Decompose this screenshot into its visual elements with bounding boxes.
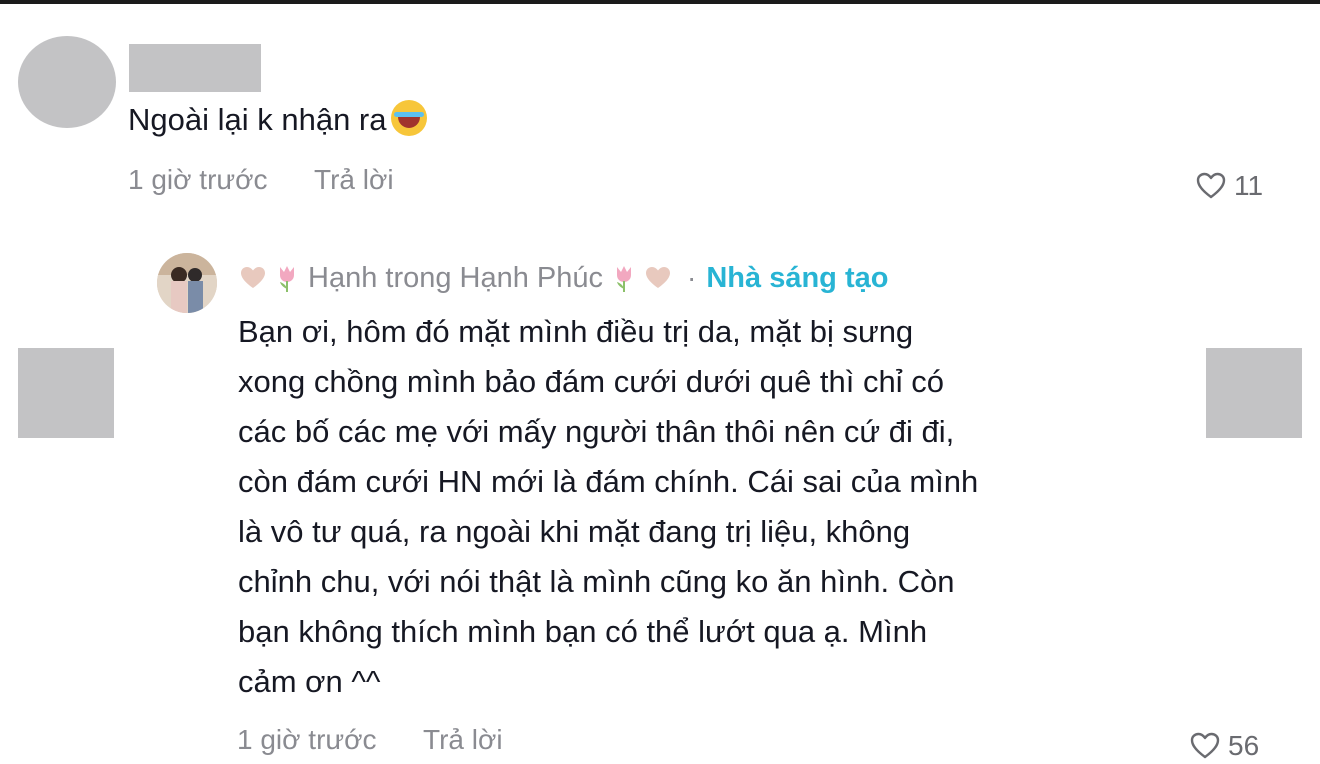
commenter-name-redacted[interactable] xyxy=(129,44,261,92)
creator-avatar-image xyxy=(157,253,217,313)
laughing-tears-emoji-icon xyxy=(390,100,427,136)
reply-reply-button[interactable]: Trả lời xyxy=(423,722,503,758)
commenter-avatar-redacted[interactable] xyxy=(18,36,116,128)
reply-text-line: chỉnh chu, với nói thật là mình cũng ko … xyxy=(238,564,955,599)
reply-text-line: còn đám cưới HN mới là đám chính. Cái sa… xyxy=(238,464,979,499)
reply-text-line: là vô tư quá, ra ngoài khi mặt đang trị … xyxy=(238,514,911,549)
reply-text-line: Bạn ơi, hôm đó mặt mình điều trị da, mặt… xyxy=(238,314,914,349)
comment-like-button[interactable]: 11 xyxy=(1196,168,1263,204)
top-border xyxy=(0,0,1320,4)
creator-name-row: Hạnh trong Hạnh Phúc · Nhà sáng tạo xyxy=(240,258,888,298)
comment-text-row: Ngoài lại k nhận ra xyxy=(128,98,427,142)
name-separator: · xyxy=(687,262,697,293)
right-redaction-block xyxy=(1206,348,1302,438)
heart-icon xyxy=(1196,172,1226,199)
creator-avatar[interactable] xyxy=(157,253,217,313)
beige-heart-icon xyxy=(241,267,265,288)
reply-like-count: 56 xyxy=(1228,730,1260,761)
reply-text-line: các bố các mẹ với mấy người thân thôi nê… xyxy=(238,414,955,449)
reply-text: Bạn ơi, hôm đó mặt mình điều trị da, mặt… xyxy=(238,307,1158,707)
comment-text: Ngoài lại k nhận ra xyxy=(128,102,387,137)
beige-heart-icon xyxy=(646,267,671,288)
reply-text-line: xong chồng mình bảo đám cưới dưới quê th… xyxy=(238,364,944,399)
comment-timestamp: 1 giờ trước xyxy=(128,164,268,195)
left-redaction-block xyxy=(18,348,114,438)
creator-username[interactable]: Hạnh trong Hạnh Phúc xyxy=(308,258,603,298)
creator-badge: Nhà sáng tạo xyxy=(706,262,889,294)
tulip-icon xyxy=(280,266,294,292)
reply-text-line: bạn không thích mình bạn có thể lướt qua… xyxy=(238,614,928,649)
reply-text-line: cảm ơn ^^ xyxy=(238,664,381,699)
comment-thread: Ngoài lại k nhận ra 1 giờ trước Trả lời … xyxy=(0,0,1320,764)
reply-timestamp: 1 giờ trước xyxy=(237,724,377,755)
comment-reply-button[interactable]: Trả lời xyxy=(314,162,394,198)
comment-like-count: 11 xyxy=(1234,170,1264,201)
heart-icon xyxy=(1190,732,1220,759)
reply-like-button[interactable]: 56 xyxy=(1190,728,1259,764)
tulip-icon xyxy=(617,266,632,292)
